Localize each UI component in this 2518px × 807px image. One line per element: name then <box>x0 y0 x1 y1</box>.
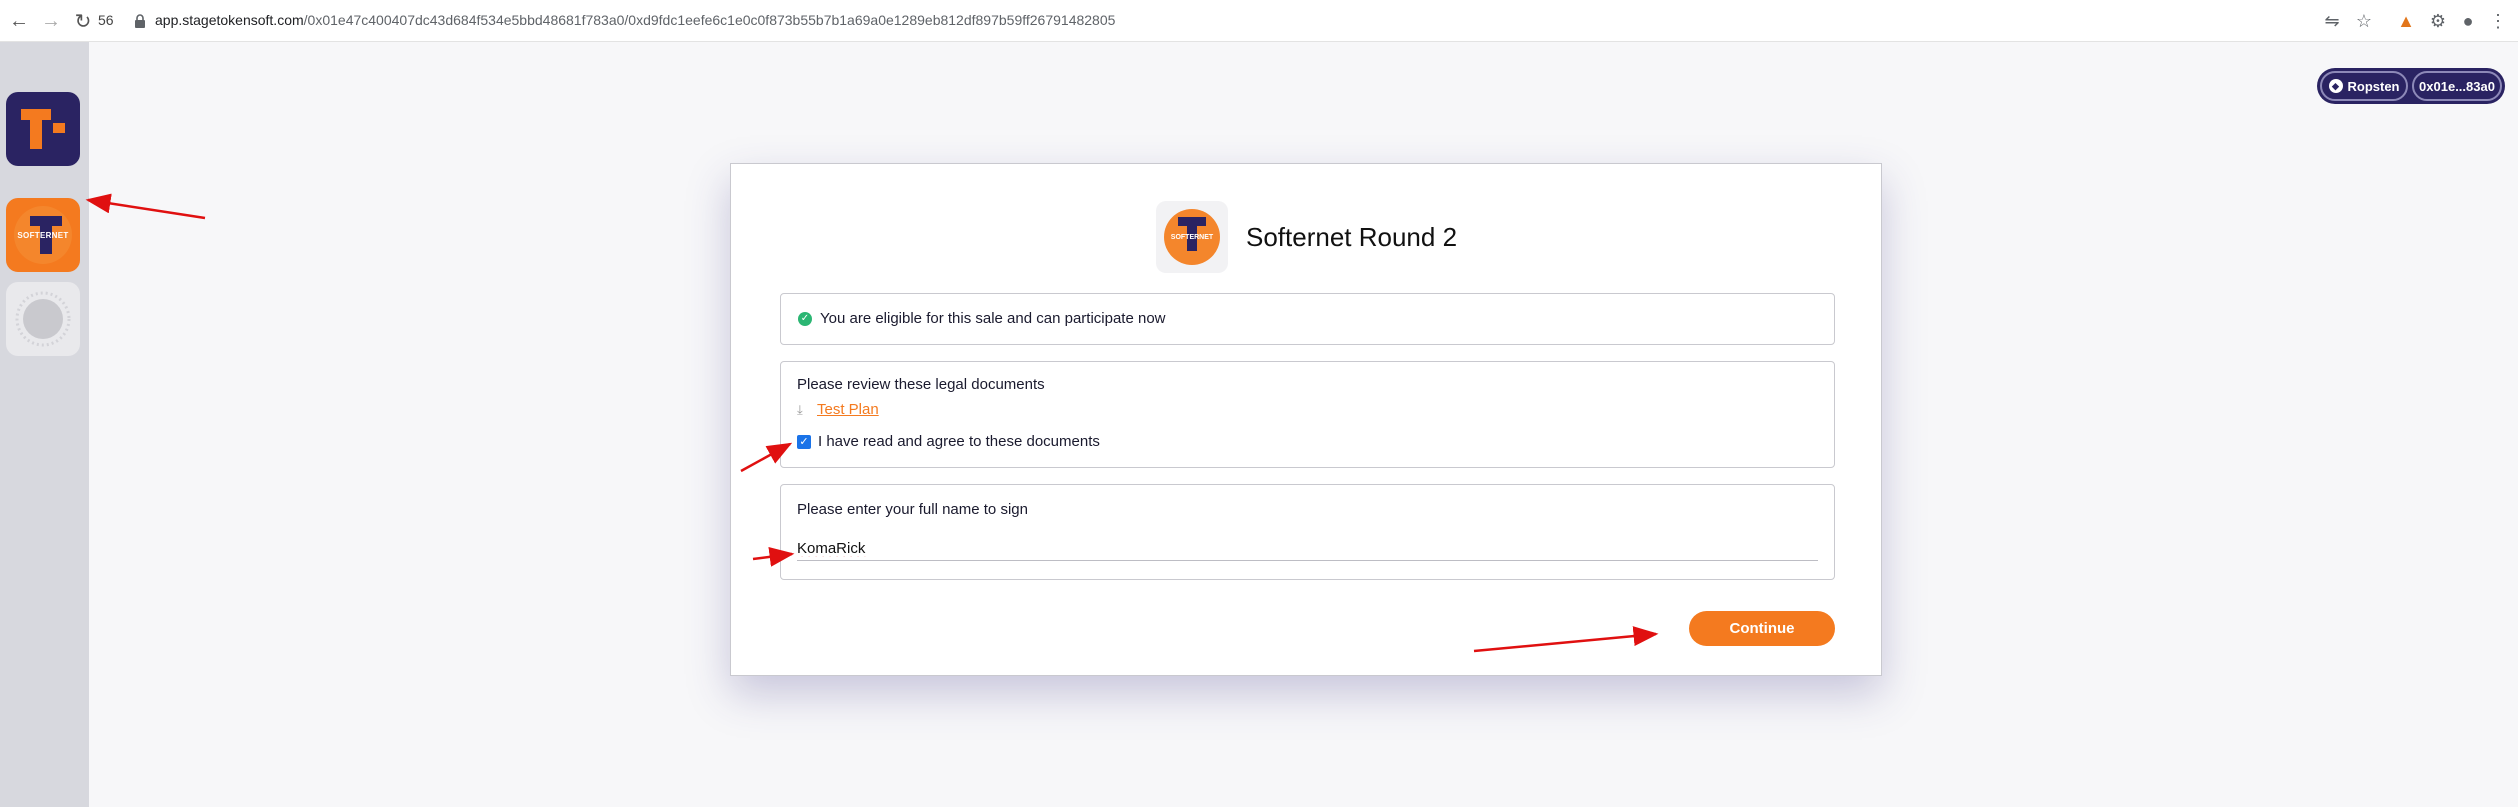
eligibility-panel: ✓ You are eligible for this sale and can… <box>780 293 1835 345</box>
url-path: /0x01e47c400407dc43d684f534e5bbd48681f78… <box>303 12 1116 28</box>
softernet-badge-icon: SOFTERNET <box>1164 209 1220 265</box>
wallet-network-pill: ◆ Ropsten 0x01e...83a0 <box>2317 68 2505 104</box>
document-item: ⤓ Test Plan <box>797 401 879 418</box>
full-name-input[interactable] <box>797 537 1818 561</box>
extensions-icon[interactable]: ⚙ <box>2426 9 2450 33</box>
wallet-address-button[interactable]: 0x01e...83a0 <box>2412 71 2502 101</box>
continue-button[interactable]: Continue <box>1689 611 1835 646</box>
sidebar-item-softernet[interactable]: SOFTERNET <box>6 198 80 272</box>
tokensoft-logo-icon <box>21 109 65 149</box>
sale-logo: SOFTERNET <box>1156 201 1228 273</box>
sale-title: Softernet Round 2 <box>1246 221 1458 252</box>
menu-icon[interactable]: ⋮ <box>2486 9 2510 33</box>
document-link-test-plan[interactable]: Test Plan <box>817 401 879 418</box>
softernet-logo: SOFTERNET <box>14 206 72 264</box>
agree-checkbox-row[interactable]: ✓ I have read and agree to these documen… <box>797 433 1100 450</box>
signature-panel: Please enter your full name to sign <box>780 484 1835 580</box>
legal-documents-panel: Please review these legal documents ⤓ Te… <box>780 361 1835 468</box>
sale-card: SOFTERNET Softernet Round 2 ✓ You are el… <box>730 163 1882 676</box>
wallet-address: 0x01e...83a0 <box>2419 78 2495 94</box>
network-name: Ropsten <box>2347 78 2400 94</box>
legal-heading: Please review these legal documents <box>797 376 1045 393</box>
address-bar[interactable]: app.stagetokensoft.com/0x01e47c400407dc4… <box>155 12 1115 28</box>
project-sidebar: SOFTERNET <box>0 42 89 807</box>
tokensoft-home-logo[interactable] <box>6 92 80 166</box>
check-circle-icon: ✓ <box>798 311 812 326</box>
agree-checkbox[interactable]: ✓ <box>797 434 811 449</box>
browser-toolbar: ← → ↻ 56 app.stagetokensoft.com/0x01e47c… <box>0 0 2518 42</box>
forward-icon[interactable]: → <box>38 8 64 34</box>
network-button[interactable]: ◆ Ropsten <box>2320 71 2408 101</box>
sale-logo-text: SOFTERNET <box>1170 233 1214 241</box>
translate-icon[interactable]: ⇋ <box>2320 9 2344 33</box>
url-host: app.stagetokensoft.com <box>155 12 304 28</box>
ethereum-icon: ◆ <box>2328 79 2343 93</box>
name-heading: Please enter your full name to sign <box>797 501 1028 518</box>
star-icon[interactable]: ☆ <box>2352 9 2376 33</box>
eligibility-message: You are eligible for this sale and can p… <box>820 310 1166 327</box>
agree-label: I have read and agree to these documents <box>818 433 1100 450</box>
tab-count: 56 <box>98 12 114 28</box>
download-icon: ⤓ <box>797 401 803 417</box>
sidebar-item-other-project[interactable] <box>6 282 80 356</box>
profile-icon[interactable]: ● <box>2456 9 2480 33</box>
lock-icon[interactable] <box>133 13 147 29</box>
metamask-icon[interactable]: ▲ <box>2394 9 2418 33</box>
sale-header: SOFTERNET Softernet Round 2 <box>1156 201 1457 273</box>
reload-icon[interactable]: ↻ <box>70 8 96 34</box>
arrow-to-project <box>85 193 206 220</box>
sun-icon <box>15 291 71 347</box>
back-icon[interactable]: ← <box>6 8 32 34</box>
